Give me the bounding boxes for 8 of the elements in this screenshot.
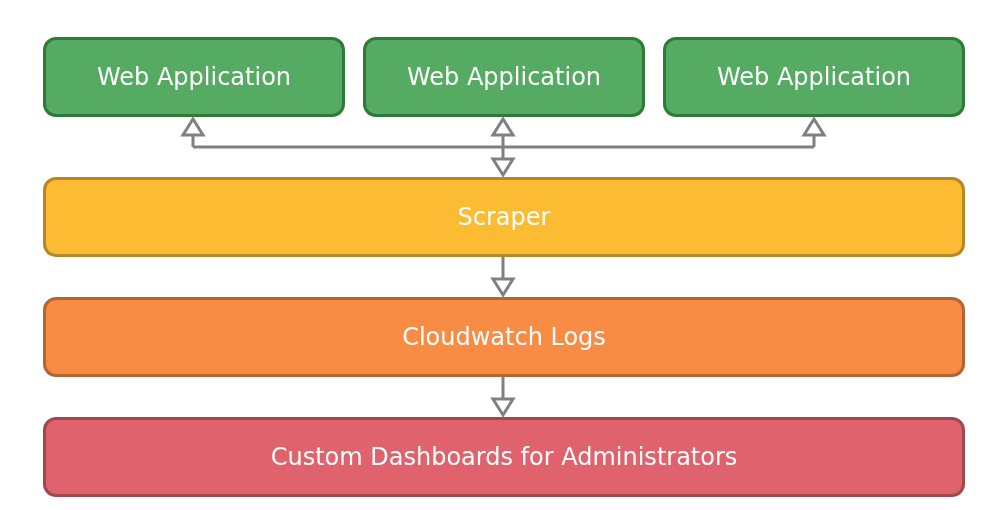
web-application-node: Web Application [43, 37, 345, 117]
web-application-node: Web Application [363, 37, 645, 117]
layer-node: Cloudwatch Logs [43, 297, 965, 377]
web-application-node: Web Application [663, 37, 965, 117]
layer-node: Custom Dashboards for Administrators [43, 417, 965, 497]
arrow [490, 257, 516, 298]
arrow [490, 377, 516, 418]
layer-node: Scraper [43, 177, 965, 257]
